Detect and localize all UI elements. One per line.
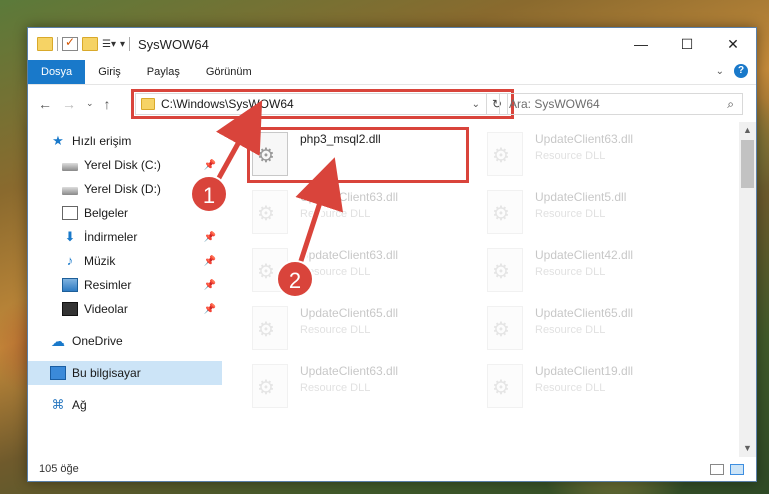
step-marker-1: 1 xyxy=(190,175,228,213)
annotation-arrows xyxy=(211,100,344,272)
arrow-2 xyxy=(295,157,344,271)
step-marker-2: 2 xyxy=(276,260,314,298)
arrow-1 xyxy=(212,100,263,187)
